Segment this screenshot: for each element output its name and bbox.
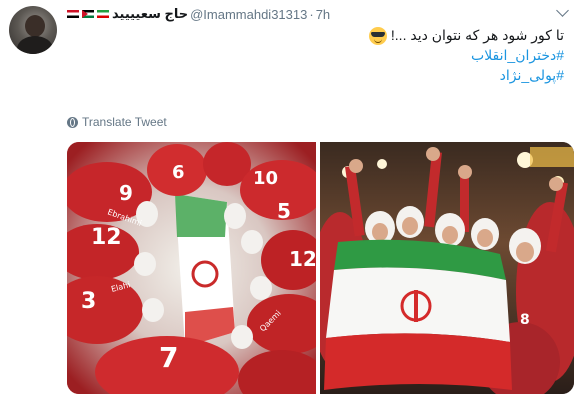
jersey-number: 12 xyxy=(91,225,122,250)
palestine-flag-icon xyxy=(82,10,94,18)
avatar-body xyxy=(17,36,53,54)
jersey-number: 9 xyxy=(119,181,133,205)
tweet-header: حاج سعیییید @Imammahdi31313 · 7h xyxy=(67,6,330,22)
photo-team-huddle[interactable]: 9 6 10 5 12 12 3 7 Ebrahimi Elahi Qaemi xyxy=(67,142,316,394)
tweet-text: تا کور شود هر که نتوان دید ...! #دختران_… xyxy=(64,25,564,85)
jersey-number: 3 xyxy=(81,289,96,314)
jersey-number: 7 xyxy=(159,341,178,374)
hashtag-pouli-nejad[interactable]: #پولی_نژاد xyxy=(64,65,564,85)
celebration-image: 8 xyxy=(320,142,574,394)
tweet-media[interactable]: 9 6 10 5 12 12 3 7 Ebrahimi Elahi Qaemi xyxy=(67,142,574,396)
globe-icon xyxy=(67,116,78,128)
tweet-sentence: تا کور شود هر که نتوان دید ...! xyxy=(390,27,564,43)
sunglasses-emoji-icon xyxy=(369,27,388,46)
team-huddle-image: 9 6 10 5 12 12 3 7 Ebrahimi Elahi Qaemi xyxy=(67,142,316,394)
avatar[interactable] xyxy=(9,6,57,54)
jersey-number: 12 xyxy=(289,247,316,271)
iran-flag-icon xyxy=(97,10,109,18)
chevron-down-icon[interactable] xyxy=(556,4,569,17)
translate-label: Translate Tweet xyxy=(82,115,167,129)
user-handle[interactable]: @Imammahdi31313 xyxy=(190,7,307,22)
jersey-number: 5 xyxy=(277,199,291,223)
avatar-head xyxy=(25,15,45,37)
hashtag-daughters-of-revolution[interactable]: #دختران_انقلاب xyxy=(64,45,564,65)
jersey-number: 10 xyxy=(253,168,278,189)
jersey-number: 6 xyxy=(172,162,185,183)
translate-tweet-link[interactable]: Translate Tweet xyxy=(67,115,167,129)
egypt-flag-icon xyxy=(67,10,79,18)
tweet-time[interactable]: 7h xyxy=(316,7,330,22)
tweet-text-line: تا کور شود هر که نتوان دید ...! xyxy=(64,25,564,46)
photo-celebration-flag[interactable]: 8 xyxy=(320,142,574,394)
jersey-number: 8 xyxy=(520,312,530,328)
separator-dot: · xyxy=(309,6,314,22)
display-name[interactable]: حاج سعیییید xyxy=(112,6,188,22)
